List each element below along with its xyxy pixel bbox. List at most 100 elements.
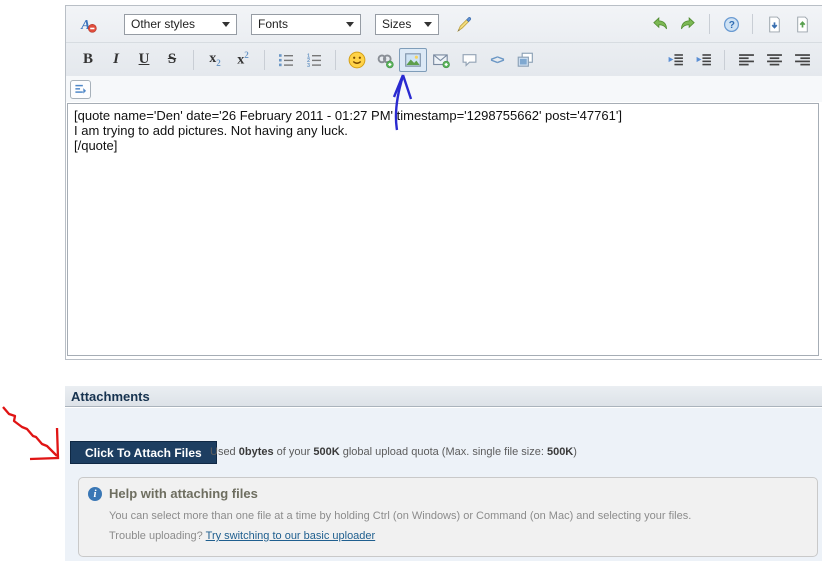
toolbar-separator	[264, 50, 265, 70]
align-left-icon[interactable]	[732, 48, 760, 72]
toolbar-separator	[752, 14, 753, 34]
info-icon: i	[88, 487, 102, 501]
highlighter-glyph	[455, 16, 472, 33]
code-label: <>	[490, 52, 503, 67]
bullet-list-glyph	[278, 52, 294, 68]
strikethrough-label: S	[168, 51, 176, 68]
bold-label: B	[83, 51, 93, 68]
help-line2: Trouble uploading? Try switching to our …	[109, 530, 375, 542]
remove-format-icon[interactable]: A	[74, 12, 102, 36]
editor-mode-strip	[66, 76, 822, 102]
attach-files-button[interactable]: Click To Attach Files	[70, 441, 217, 464]
load-draft-icon[interactable]	[788, 12, 816, 36]
chevron-down-icon	[222, 22, 230, 27]
red-arrow-annotation	[3, 407, 58, 459]
toggle-source-glyph	[74, 83, 87, 96]
email-icon[interactable]	[427, 48, 455, 72]
attachments-section: Click To Attach Files Used 0bytes of you…	[65, 408, 822, 561]
toolbar-separator	[709, 14, 710, 34]
bullet-list-icon[interactable]	[272, 48, 300, 72]
media-icon[interactable]	[511, 48, 539, 72]
toolbar-row-2: B I U S x2 x2	[66, 42, 822, 76]
quota-used-value: 0bytes	[239, 446, 274, 458]
underline-button[interactable]: U	[130, 48, 158, 72]
post-edit-page: A Other styles Fonts Sizes	[0, 0, 822, 561]
load-draft-glyph	[794, 16, 811, 33]
help-glyph: ?	[723, 16, 740, 33]
editor-toolbar: A Other styles Fonts Sizes	[66, 6, 822, 76]
subscript-button[interactable]: x2	[201, 48, 229, 72]
help-line1: You can select more than one file at a t…	[109, 510, 691, 522]
italic-button[interactable]: I	[102, 48, 130, 72]
outdent-glyph	[667, 51, 684, 68]
quota-max-file-value: 500K	[547, 446, 573, 458]
highlighter-icon[interactable]	[449, 12, 477, 36]
toolbar-row2-right	[661, 48, 816, 72]
help-line2-prefix: Trouble uploading?	[109, 530, 206, 542]
indent-icon[interactable]	[689, 48, 717, 72]
numbered-list-glyph: 1 2 3	[306, 52, 322, 68]
attachments-header-label: Attachments	[71, 389, 150, 404]
size-select-value: Sizes	[382, 17, 416, 31]
remove-format-glyph: A	[80, 16, 97, 33]
emoticon-glyph	[348, 51, 366, 69]
toggle-source-icon[interactable]	[70, 80, 91, 99]
redo-glyph	[679, 15, 697, 33]
align-right-glyph	[794, 51, 811, 68]
upload-quota-text: Used 0bytes of your 500K global upload q…	[210, 446, 577, 458]
align-left-glyph	[738, 51, 755, 68]
help-title: Help with attaching files	[109, 486, 258, 501]
post-textarea[interactable]: [quote name='Den' date='26 February 2011…	[67, 103, 819, 356]
textarea-line: [quote name='Den' date='26 February 2011…	[74, 108, 812, 123]
link-glyph	[376, 51, 394, 69]
chevron-down-icon	[424, 22, 432, 27]
link-icon[interactable]	[371, 48, 399, 72]
font-select-value: Fonts	[258, 17, 338, 31]
help-icon[interactable]: ?	[717, 12, 745, 36]
textarea-line: I am trying to add pictures. Not having …	[74, 123, 812, 138]
bold-button[interactable]: B	[74, 48, 102, 72]
align-right-icon[interactable]	[788, 48, 816, 72]
basic-uploader-link[interactable]: Try switching to our basic uploader	[206, 530, 376, 542]
undo-icon[interactable]	[646, 12, 674, 36]
attachments-header: Attachments	[65, 386, 822, 407]
save-draft-icon[interactable]	[760, 12, 788, 36]
superscript-button[interactable]: x2	[229, 48, 257, 72]
undo-glyph	[651, 15, 669, 33]
email-glyph	[432, 51, 450, 69]
media-glyph	[516, 51, 534, 69]
svg-text:?: ?	[728, 20, 734, 31]
size-select[interactable]: Sizes	[375, 14, 439, 35]
textarea-line: [/quote]	[74, 138, 812, 153]
quote-glyph	[461, 51, 478, 68]
redo-icon[interactable]	[674, 12, 702, 36]
subscript-label: x2	[209, 51, 221, 68]
font-select[interactable]: Fonts	[251, 14, 361, 35]
outdent-icon[interactable]	[661, 48, 689, 72]
chevron-down-icon	[346, 22, 354, 27]
toolbar-separator	[193, 50, 194, 70]
align-center-icon[interactable]	[760, 48, 788, 72]
italic-label: I	[113, 51, 119, 68]
toolbar-separator	[724, 50, 725, 70]
image-glyph	[404, 51, 422, 69]
toolbar-row1-right: ?	[646, 12, 816, 36]
help-box: i Help with attaching files You can sele…	[78, 477, 818, 557]
toolbar-separator	[335, 50, 336, 70]
underline-label: U	[139, 51, 150, 68]
align-center-glyph	[766, 51, 783, 68]
numbered-list-icon[interactable]: 1 2 3	[300, 48, 328, 72]
image-icon[interactable]	[399, 48, 427, 72]
quote-icon[interactable]	[455, 48, 483, 72]
strikethrough-button[interactable]: S	[158, 48, 186, 72]
indent-glyph	[695, 51, 712, 68]
emoticon-icon[interactable]	[343, 48, 371, 72]
toolbar-row-1: A Other styles Fonts Sizes	[66, 6, 822, 42]
quota-total-value: 500K	[313, 446, 339, 458]
save-draft-glyph	[766, 16, 783, 33]
style-select[interactable]: Other styles	[124, 14, 237, 35]
svg-text:3: 3	[307, 62, 310, 67]
code-icon[interactable]: <>	[483, 48, 511, 72]
superscript-label: x2	[237, 50, 249, 69]
post-editor-panel: A Other styles Fonts Sizes	[65, 5, 822, 360]
